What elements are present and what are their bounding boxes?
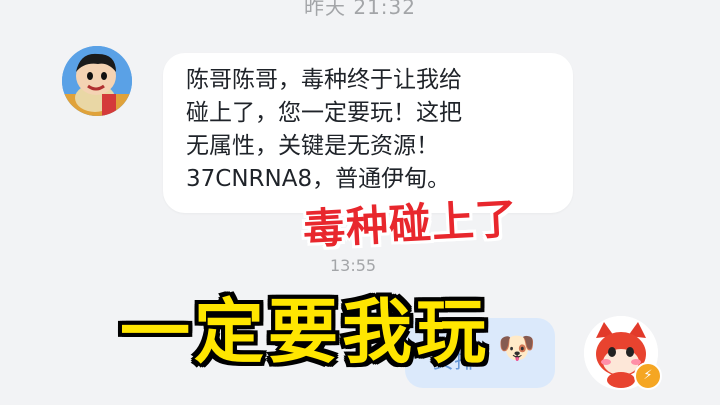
sender-avatar[interactable] [62, 46, 132, 116]
timestamp-top: 昨天 21:32 [304, 0, 416, 19]
message-line: 陈哥陈哥，毒种终于让我给 [186, 67, 462, 93]
red-caption-overlay: 毒种碰上了 [301, 193, 520, 254]
yellow-caption-overlay: 一定要我玩 [120, 291, 490, 373]
message-line: 碰上了，您一定要玩！这把 [186, 100, 462, 126]
chat-screen: 昨天 21:32 陈哥陈哥，毒种终于让我给 碰上了，您一定要玩！这把 无属性，关… [0, 0, 720, 405]
timestamp-mid: 13:55 [330, 256, 377, 275]
dog-emoji-icon: 🐶 [498, 331, 536, 366]
incoming-message-text: 陈哥陈哥，毒种终于让我给 碰上了，您一定要玩！这把 无属性，关键是无资源！ 37… [186, 64, 566, 196]
cartoon-boy-avatar-icon [62, 46, 132, 116]
message-line: 无属性，关键是无资源！ [186, 133, 439, 159]
lightning-badge-icon: ⚡ [634, 362, 662, 390]
